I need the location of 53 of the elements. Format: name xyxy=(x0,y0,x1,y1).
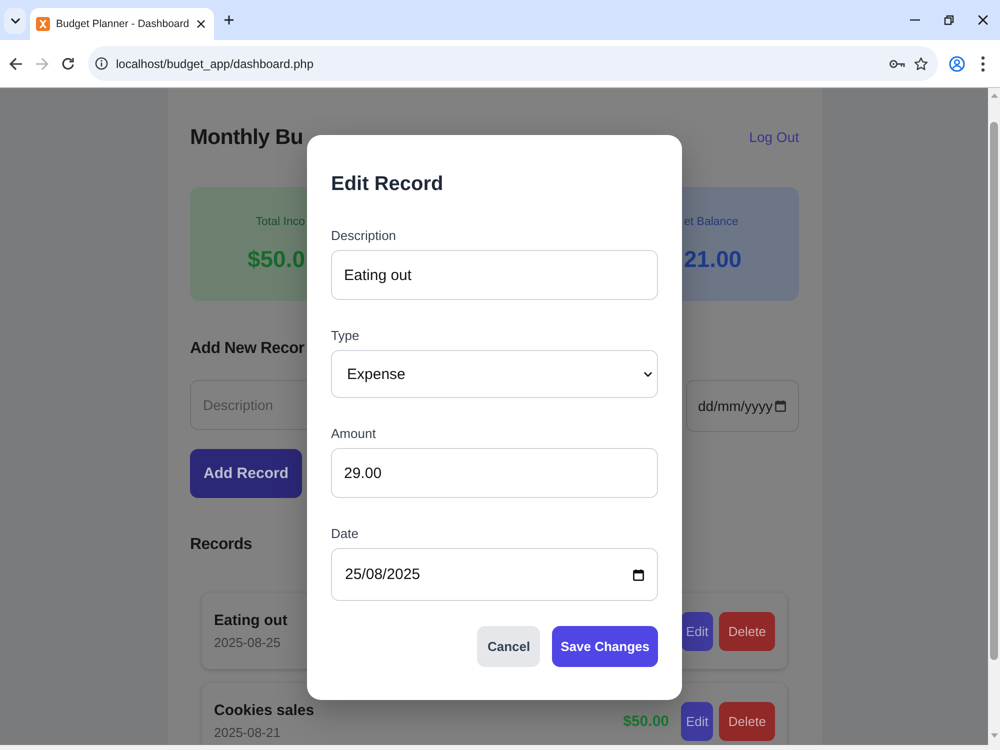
address-bar[interactable]: localhost/budget_app/dashboard.php xyxy=(88,46,938,81)
save-button[interactable]: Save Changes xyxy=(552,626,658,667)
summary-label: et Balance xyxy=(684,215,738,229)
new-tab-icon[interactable] xyxy=(224,15,234,25)
date-input[interactable]: 25/08/2025 xyxy=(331,548,658,601)
tab-list-button[interactable] xyxy=(4,8,26,34)
restore-icon[interactable] xyxy=(944,15,954,25)
url-text: localhost/budget_app/dashboard.php xyxy=(116,56,314,70)
summary-label: Total Inco xyxy=(256,215,305,229)
calendar-icon[interactable] xyxy=(633,568,644,580)
dialog-title: Edit Record xyxy=(331,172,444,197)
edit-button[interactable]: Edit xyxy=(681,612,714,650)
back-arrow-icon[interactable] xyxy=(9,56,23,70)
summary-amount: $50.0 xyxy=(247,245,305,274)
field-label: Description xyxy=(331,228,396,244)
site-logo-icon xyxy=(36,17,50,31)
profile-icon[interactable] xyxy=(949,56,965,72)
section-heading: Add New Recor xyxy=(190,339,304,359)
field-label: Amount xyxy=(331,426,376,442)
delete-button[interactable]: Delete xyxy=(719,702,775,740)
date-input[interactable]: dd/mm/yyyy xyxy=(686,380,799,432)
record-description: Cookies sales xyxy=(214,702,314,720)
close-icon[interactable] xyxy=(978,15,988,25)
cancel-button[interactable]: Cancel xyxy=(477,626,540,667)
info-icon[interactable] xyxy=(95,57,108,70)
menu-icon[interactable] xyxy=(981,56,985,72)
field-label: Date xyxy=(331,526,358,542)
summary-amount: 21.00 xyxy=(684,245,742,274)
dropdown-select[interactable]: Expense xyxy=(331,350,658,398)
delete-button[interactable]: Delete xyxy=(719,612,775,650)
edit-button[interactable]: Edit xyxy=(681,702,714,740)
add-record-button[interactable]: Add Record xyxy=(190,449,302,498)
scrollbar[interactable] xyxy=(988,88,1000,745)
text-input[interactable]: 29.00 xyxy=(331,448,658,498)
horizontal-scrollbar[interactable] xyxy=(0,745,1000,750)
section-heading: Records xyxy=(190,535,252,555)
scrollbar-thumb[interactable] xyxy=(990,122,998,660)
record-date: 2025-08-21 xyxy=(214,724,280,740)
tab-title: Budget Planner - Dashboard xyxy=(56,18,190,30)
record-date: 2025-08-25 xyxy=(214,634,280,650)
field-label: Type xyxy=(331,328,360,344)
close-tab-icon[interactable] xyxy=(197,20,205,28)
text-input[interactable]: Eating out xyxy=(331,250,658,300)
browser-tab[interactable]: Budget Planner - Dashboard xyxy=(30,8,214,40)
record-description: Eating out xyxy=(214,612,288,630)
star-icon[interactable] xyxy=(914,56,928,70)
chevron-down-icon xyxy=(10,18,20,24)
record-amount: $50.00 xyxy=(623,712,670,730)
chevron-down-icon xyxy=(644,372,652,376)
key-icon[interactable] xyxy=(889,58,905,68)
page-heading: Monthly Bu xyxy=(190,124,304,150)
reload-icon[interactable] xyxy=(61,56,75,70)
minimize-icon[interactable] xyxy=(910,19,920,21)
